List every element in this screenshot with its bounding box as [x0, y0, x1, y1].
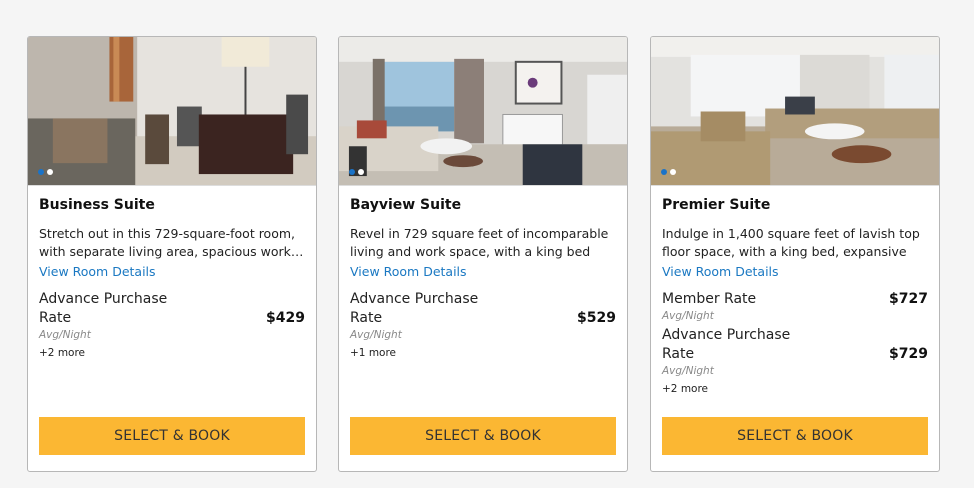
view-room-details-link[interactable]: View Room Details	[662, 263, 779, 281]
room-title: Premier Suite	[662, 197, 771, 213]
carousel-dot[interactable]	[358, 169, 364, 175]
carousel-dot-active[interactable]	[38, 169, 44, 175]
rate-price: $727	[889, 291, 928, 307]
room-photo[interactable]	[651, 37, 939, 186]
rate-name: Member Rate	[662, 291, 757, 307]
more-rates-link[interactable]: +2 more	[662, 382, 928, 396]
room-card-premier-suite: Premier Suite Indulge in 1,400 square fe…	[650, 36, 940, 472]
room-title: Business Suite	[39, 197, 155, 213]
rate-price: $729	[889, 346, 928, 362]
room-photo[interactable]	[28, 37, 316, 186]
room-photo-image	[339, 37, 627, 185]
carousel-dots[interactable]	[661, 169, 676, 175]
room-title: Bayview Suite	[350, 197, 462, 213]
select-and-book-button[interactable]: SELECT & BOOK	[350, 417, 616, 455]
room-card-bayview-suite: Bayview Suite Revel in 729 square feet o…	[338, 36, 628, 472]
carousel-dot-active[interactable]	[349, 169, 355, 175]
carousel-dots[interactable]	[349, 169, 364, 175]
more-rates-link[interactable]: +2 more	[39, 346, 305, 360]
room-photo-image	[28, 37, 316, 185]
rate-per-night-label: Avg/Night	[662, 310, 714, 322]
view-room-details-link[interactable]: View Room Details	[39, 263, 156, 281]
rate-per-night-label: Avg/Night	[39, 329, 91, 341]
room-card-business-suite: Business Suite Stretch out in this 729-s…	[27, 36, 317, 472]
select-and-book-button[interactable]: SELECT & BOOK	[39, 417, 305, 455]
room-description: Indulge in 1,400 square feet of lavish t…	[662, 226, 920, 259]
rate-price: $529	[577, 310, 616, 326]
rate-per-night-label: Avg/Night	[662, 365, 714, 377]
room-photo[interactable]	[339, 37, 627, 186]
rate-name: Advance Purchase Rate	[350, 291, 479, 326]
rate-name: Advance Purchase Rate	[662, 327, 791, 362]
rate-option[interactable]: Advance Purchase Rate $529 Avg/Night	[350, 290, 616, 342]
carousel-dot-active[interactable]	[661, 169, 667, 175]
more-rates-link[interactable]: +1 more	[350, 346, 616, 360]
room-description: Stretch out in this 729-square-foot room…	[39, 226, 304, 259]
view-room-details-link[interactable]: View Room Details	[350, 263, 467, 281]
carousel-dot[interactable]	[47, 169, 53, 175]
rate-option[interactable]: Advance Purchase Rate $429 Avg/Night	[39, 290, 305, 342]
carousel-dot[interactable]	[670, 169, 676, 175]
rate-price: $429	[266, 310, 305, 326]
rate-option[interactable]: Member Rate $727 Avg/Night	[662, 290, 928, 323]
rate-per-night-label: Avg/Night	[350, 329, 402, 341]
room-description: Revel in 729 square feet of incomparable…	[350, 226, 609, 259]
carousel-dots[interactable]	[38, 169, 53, 175]
room-photo-image	[651, 37, 939, 185]
rate-name: Advance Purchase Rate	[39, 291, 168, 326]
select-and-book-button[interactable]: SELECT & BOOK	[662, 417, 928, 455]
rate-option[interactable]: Advance Purchase Rate $729 Avg/Night	[662, 326, 928, 378]
